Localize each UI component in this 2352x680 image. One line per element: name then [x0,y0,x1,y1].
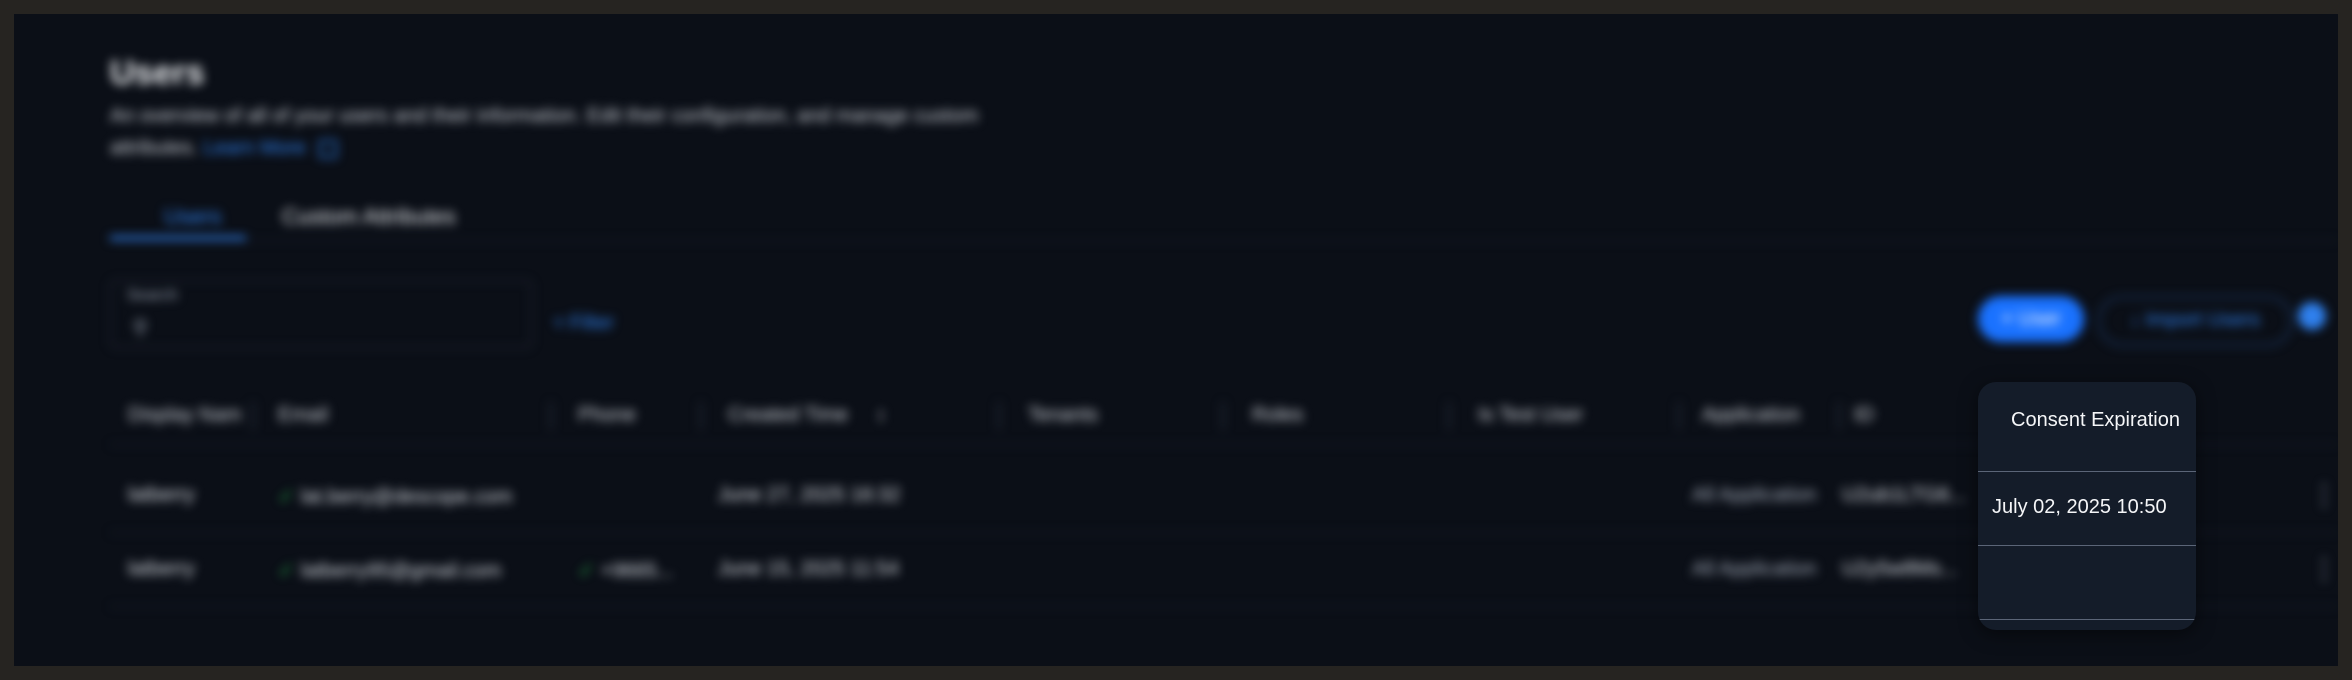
search-icon: ⚲ [133,317,148,339]
column-separator[interactable] [1838,402,1840,430]
cell-phone-text: +9665... [600,560,674,582]
cell-created-time: June 15, 2025 11:54 [718,558,899,580]
column-email[interactable]: Email [278,404,328,427]
column-separator[interactable] [1678,402,1680,430]
filter-button[interactable]: ▿ Filter [554,310,614,335]
add-user-button[interactable]: + User [1978,296,2084,342]
row-menu-icon[interactable]: ⋮ [2310,478,2338,511]
column-id[interactable]: ID [1854,404,1874,427]
gear-icon[interactable] [2298,302,2326,330]
download-icon: ↓ [2129,309,2146,331]
filter-label: Filter [569,312,615,334]
active-tab-indicator [110,236,246,240]
column-is-test-user[interactable]: Is Test User [1478,404,1583,427]
import-users-label: Import Users [2145,309,2261,331]
column-separator[interactable] [550,402,552,430]
plus-icon: + [2001,308,2019,330]
verified-check-icon: ✓ [278,560,295,582]
cell-application: All Application [1692,558,1817,580]
consent-expiration-column-highlight: Consent Expiration July 02, 2025 10:50 [1978,382,2196,630]
search-input[interactable]: Search ⚲ [110,280,532,348]
column-header-consent-expiration[interactable]: Consent Expiration [1978,382,2196,472]
column-separator[interactable] [700,402,702,430]
row-menu-icon[interactable]: ⋮ [2310,552,2338,585]
cell-consent-expiration-empty [1978,546,2196,620]
page-title: Users [110,54,205,92]
column-roles[interactable]: Roles [1252,404,1303,427]
cell-email: ✓ latberry95@gmail.com [278,558,501,583]
column-separator[interactable] [252,402,254,430]
tab-bar: Users Custom Attributes [110,194,2338,241]
column-created-time[interactable]: Created Time [728,404,848,427]
column-tenants[interactable]: Tenants [1028,404,1098,427]
learn-more-link[interactable]: Learn More [203,137,305,159]
column-application[interactable]: Application [1702,404,1800,427]
sort-icon[interactable]: ↕ [876,404,886,427]
search-label: Search [127,287,178,304]
cell-email-text: lat.berry@descope.com [300,486,513,508]
verified-check-icon: ✓ [278,486,295,508]
import-users-button[interactable]: ↓ Import Users [2098,296,2292,346]
column-separator[interactable] [998,402,1000,430]
cell-email: ✓ lat.berry@descope.com [278,484,512,509]
column-phone[interactable]: Phone [578,404,636,427]
add-user-label: User [2018,308,2061,330]
cell-consent-expiration: July 02, 2025 10:50 [1978,472,2196,546]
cell-id: U2ub1LTG6... [1842,484,1967,506]
consent-expiration-value: July 02, 2025 10:50 [1992,496,2167,518]
column-display-name[interactable]: Display Nam [128,404,241,427]
cell-display-name: latberry [128,558,195,580]
filter-icon: ▿ [554,312,565,334]
external-link-icon [319,139,338,158]
cell-created-time: June 27, 2025 16:32 [718,484,901,506]
tab-users[interactable]: Users [164,204,221,230]
cell-application: All Application [1692,484,1817,506]
cell-phone: ✓ +9665... [578,558,674,583]
cell-email-text: latberry95@gmail.com [300,560,502,582]
column-separator[interactable] [1222,402,1224,430]
tab-custom-attributes[interactable]: Custom Attributes [282,204,456,230]
column-separator[interactable] [1448,402,1450,430]
app-window: Users An overview of all of your users a… [14,14,2338,666]
consent-expiration-header-label: Consent Expiration [2011,409,2180,431]
cell-display-name: latberry [128,484,195,506]
verified-check-icon: ✓ [578,560,595,582]
page-subtitle: An overview of all of your users and the… [110,100,1030,164]
cell-id: U2y5w8Ms... [1842,558,1958,580]
